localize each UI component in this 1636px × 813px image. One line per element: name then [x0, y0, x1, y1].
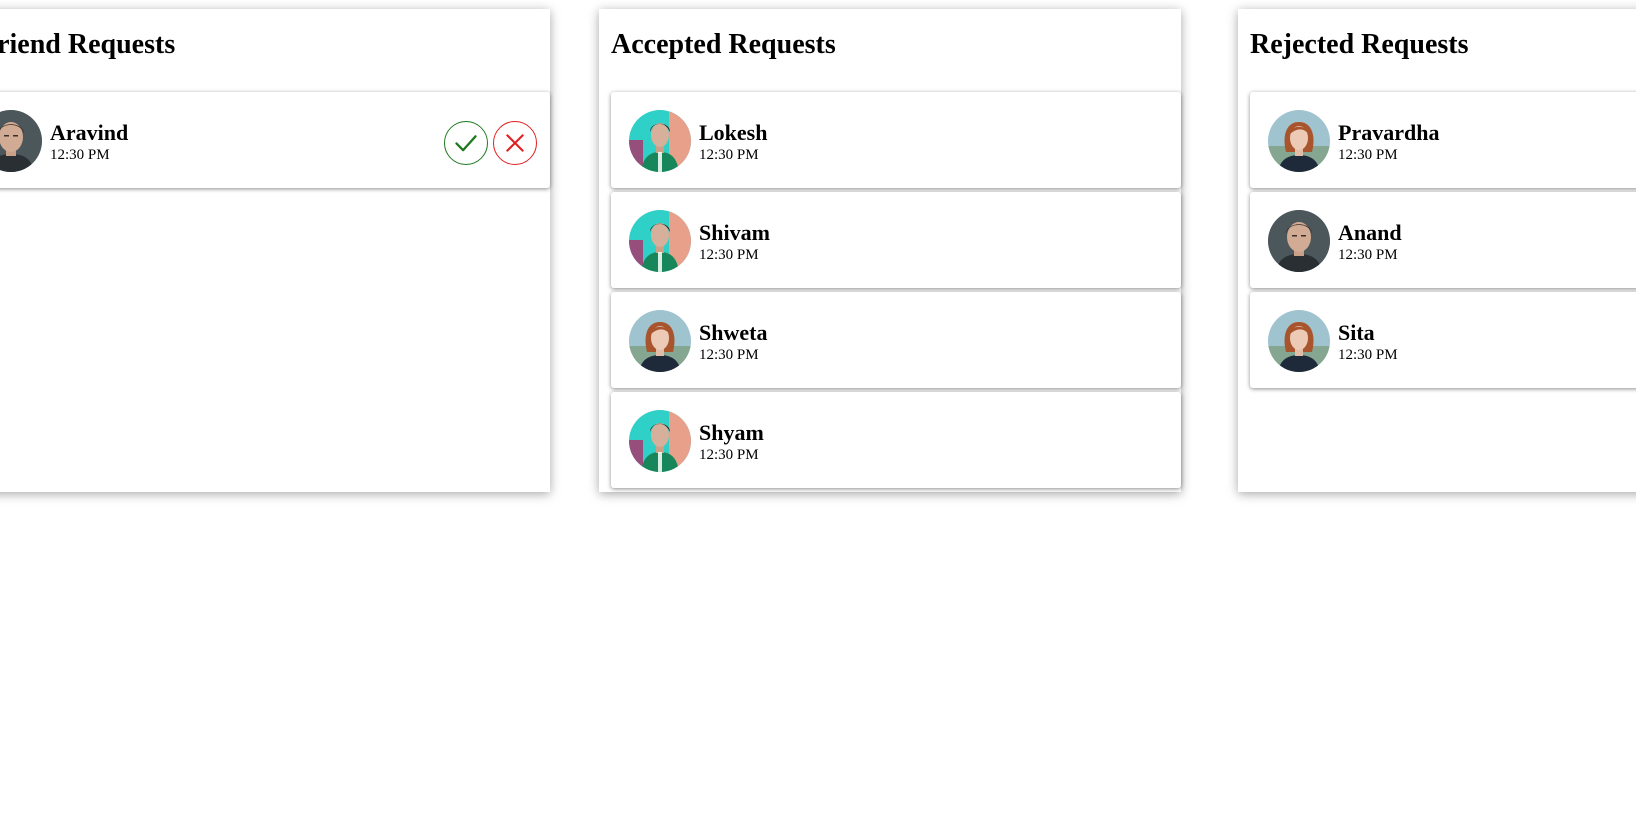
request-time: 12:30 PM: [699, 347, 759, 363]
rejected-requests-list: Pravardha 12:30 PM Anand 12:30 PM Sita 1…: [1250, 92, 1636, 392]
friend-requests-panel: Friend Requests Aravind 12:30 PM: [0, 9, 550, 492]
request-name: Shweta: [699, 320, 768, 345]
reject-button[interactable]: [493, 121, 537, 165]
request-card-aravind: Aravind 12:30 PM: [0, 92, 550, 188]
request-card-lokesh: Lokesh 12:30 PM: [611, 92, 1181, 188]
man-teal-portrait: [629, 110, 691, 172]
accepted-requests-panel: Accepted Requests Lokesh 12:30 PM Shivam…: [599, 9, 1181, 492]
request-time: 12:30 PM: [699, 447, 759, 463]
request-time: 12:30 PM: [699, 247, 759, 263]
request-card-sita: Sita 12:30 PM: [1250, 292, 1636, 388]
request-name: Pravardha: [1338, 120, 1440, 145]
request-time: 12:30 PM: [1338, 247, 1398, 263]
avatar: [1268, 110, 1330, 172]
check-icon: [455, 135, 477, 152]
panel-title: Accepted Requests: [611, 29, 836, 60]
request-name: Anand: [1338, 220, 1402, 245]
request-time: 12:30 PM: [50, 147, 110, 163]
avatar: [1268, 210, 1330, 272]
avatar: [629, 310, 691, 372]
request-name: Shyam: [699, 420, 764, 445]
request-card-shyam: Shyam 12:30 PM: [611, 392, 1181, 488]
panel-title: Rejected Requests: [1250, 29, 1469, 60]
man-teal-portrait: [629, 410, 691, 472]
request-time: 12:30 PM: [699, 147, 759, 163]
request-card-pravardha: Pravardha 12:30 PM: [1250, 92, 1636, 188]
panel-title: Friend Requests: [0, 29, 176, 60]
close-icon: [506, 134, 524, 152]
avatar: [1268, 310, 1330, 372]
rejected-requests-panel: Rejected Requests Pravardha 12:30 PM Ana…: [1238, 9, 1636, 492]
man-teal-portrait: [629, 210, 691, 272]
request-name: Lokesh: [699, 120, 768, 145]
avatar: [629, 210, 691, 272]
man-dark-portrait: [0, 110, 42, 172]
accept-button[interactable]: [444, 121, 488, 165]
request-name: Shivam: [699, 220, 770, 245]
woman-redhead-portrait: [629, 310, 691, 372]
requests-board: Friend Requests Aravind 12:30 PM: [0, 0, 1636, 813]
accepted-requests-list: Lokesh 12:30 PM Shivam 12:30 PM Shweta 1…: [611, 92, 1181, 492]
avatar: [0, 110, 42, 172]
avatar: [629, 410, 691, 472]
man-dark-portrait: [1268, 210, 1330, 272]
friend-requests-list: Aravind 12:30 PM: [0, 92, 550, 192]
request-card-anand: Anand 12:30 PM: [1250, 192, 1636, 288]
request-name: Aravind: [50, 120, 129, 145]
avatar: [629, 110, 691, 172]
woman-redhead-portrait: [1268, 310, 1330, 372]
request-card-shweta: Shweta 12:30 PM: [611, 292, 1181, 388]
request-name: Sita: [1338, 320, 1375, 345]
request-time: 12:30 PM: [1338, 147, 1398, 163]
request-time: 12:30 PM: [1338, 347, 1398, 363]
request-card-shivam: Shivam 12:30 PM: [611, 192, 1181, 288]
woman-redhead-portrait: [1268, 110, 1330, 172]
